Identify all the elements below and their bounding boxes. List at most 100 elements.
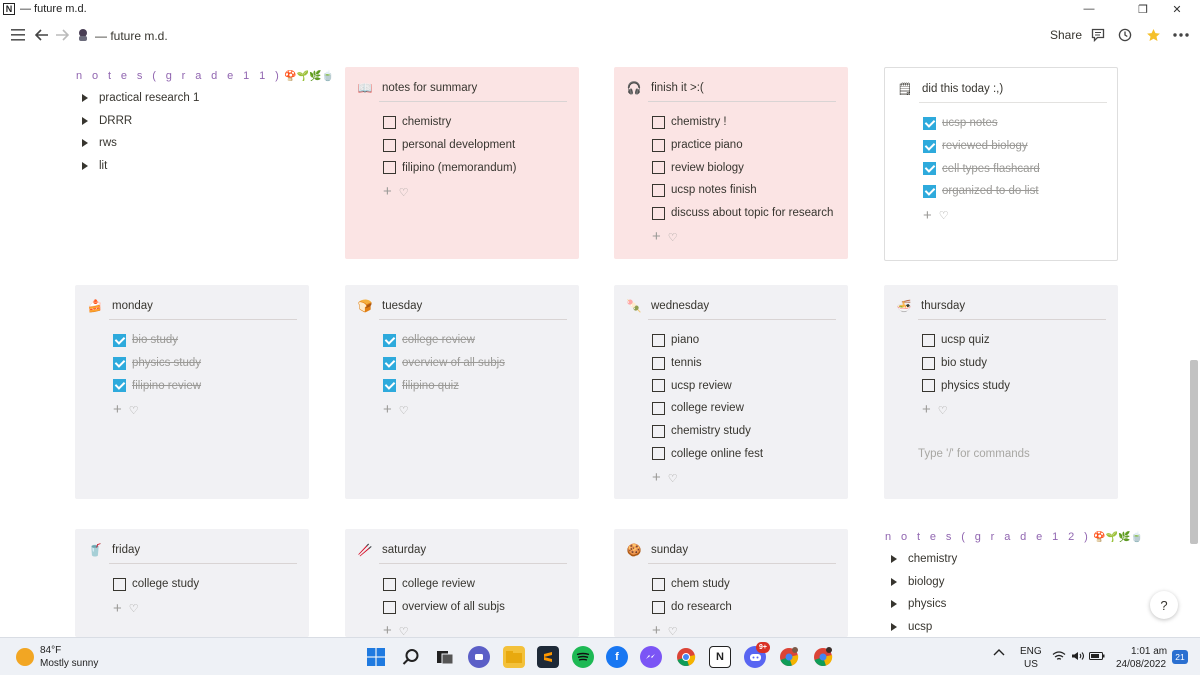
- checkbox-checked[interactable]: [923, 139, 936, 153]
- teams-chat-icon[interactable]: [468, 646, 490, 668]
- toggle-triangle-icon[interactable]: [82, 116, 88, 125]
- chevron-up-icon[interactable]: [993, 648, 1005, 659]
- checkbox-checked[interactable]: [923, 162, 936, 176]
- toggle-triangle-icon[interactable]: [891, 623, 897, 632]
- checkbox-checked[interactable]: [383, 379, 396, 393]
- todo-item[interactable]: review biology: [652, 156, 833, 179]
- todo-item[interactable]: practice piano: [652, 134, 833, 157]
- plus-icon[interactable]: +: [922, 402, 931, 417]
- todo-item[interactable]: ucsp notes finish: [652, 179, 833, 202]
- toggle-item[interactable]: lit: [76, 155, 334, 178]
- search-icon[interactable]: [400, 646, 422, 668]
- todo-item[interactable]: ucsp notes: [923, 112, 1040, 135]
- checkbox[interactable]: [922, 379, 935, 393]
- todo-item[interactable]: organized to do list: [923, 180, 1040, 203]
- callout-title[interactable]: notes for summary: [382, 82, 477, 94]
- region-indicator[interactable]: US: [1024, 659, 1038, 670]
- callout-title[interactable]: friday: [112, 544, 140, 556]
- todo-item[interactable]: reviewed biology: [923, 135, 1040, 158]
- weather-description[interactable]: Mostly sunny: [40, 658, 98, 669]
- add-item-row[interactable]: + ♡: [652, 228, 833, 246]
- checkbox[interactable]: [652, 161, 665, 175]
- facebook-icon[interactable]: f: [606, 646, 628, 668]
- todo-item[interactable]: cell types flashcard: [923, 157, 1040, 180]
- callout-title[interactable]: monday: [112, 300, 153, 312]
- todo-item[interactable]: physics study: [113, 352, 201, 375]
- todo-item[interactable]: college review: [383, 329, 505, 352]
- todo-item[interactable]: filipino quiz: [383, 374, 505, 397]
- checkbox[interactable]: [652, 600, 665, 614]
- add-item-row[interactable]: + ♡: [383, 401, 505, 419]
- checkbox[interactable]: [652, 401, 665, 415]
- clock-date[interactable]: 24/08/2022: [1116, 659, 1166, 670]
- checkbox-checked[interactable]: [923, 184, 936, 198]
- todo-item[interactable]: discuss about topic for research: [652, 202, 833, 225]
- checkbox[interactable]: [652, 115, 665, 129]
- task-view-icon[interactable]: [434, 646, 456, 668]
- comments-icon[interactable]: [1089, 22, 1107, 48]
- chrome-profile-icon[interactable]: [778, 646, 800, 668]
- checkbox[interactable]: [652, 356, 665, 370]
- checkbox[interactable]: [383, 138, 396, 152]
- toggle-item[interactable]: practical research 1: [76, 87, 334, 110]
- todo-item[interactable]: overview of all subjs: [383, 596, 505, 619]
- help-button[interactable]: ?: [1150, 591, 1178, 619]
- todo-item[interactable]: chemistry !: [652, 111, 833, 134]
- messenger-icon[interactable]: [640, 646, 662, 668]
- plus-icon[interactable]: +: [652, 229, 661, 244]
- checkbox[interactable]: [383, 600, 396, 614]
- clock-time[interactable]: 1:01 am: [1131, 646, 1167, 657]
- checkbox-checked[interactable]: [383, 356, 396, 370]
- checkbox[interactable]: [383, 161, 396, 175]
- favorite-star-icon[interactable]: [1144, 22, 1162, 48]
- toggle-item[interactable]: physics: [885, 593, 1143, 616]
- sidebar-menu-icon[interactable]: [10, 22, 26, 48]
- callout-title[interactable]: tuesday: [382, 300, 422, 312]
- sublime-editor-icon[interactable]: [537, 646, 559, 668]
- toggle-item[interactable]: DRRR: [76, 110, 334, 133]
- plus-icon[interactable]: +: [383, 402, 392, 417]
- toggle-item[interactable]: biology: [885, 571, 1143, 594]
- command-placeholder[interactable]: Type '/' for commands: [918, 448, 1030, 460]
- callout-title[interactable]: did this today :,): [922, 83, 1003, 95]
- callout-title[interactable]: thursday: [921, 300, 965, 312]
- volume-icon[interactable]: [1071, 651, 1085, 664]
- todo-item[interactable]: filipino (memorandum): [383, 156, 516, 179]
- checkbox[interactable]: [652, 138, 665, 152]
- checkbox[interactable]: [652, 183, 665, 197]
- checkbox-checked[interactable]: [113, 356, 126, 370]
- checkbox[interactable]: [652, 447, 665, 461]
- todo-item[interactable]: do research: [652, 596, 732, 619]
- checkbox-checked[interactable]: [113, 379, 126, 393]
- callout-title[interactable]: finish it >:(: [651, 82, 704, 94]
- toggle-item[interactable]: ucsp: [885, 616, 1143, 639]
- weather-temperature[interactable]: 84°F: [40, 645, 61, 656]
- checkbox[interactable]: [383, 115, 396, 129]
- plus-icon[interactable]: +: [113, 402, 122, 417]
- notion-taskbar-icon[interactable]: N: [709, 646, 731, 668]
- plus-icon[interactable]: +: [383, 184, 392, 199]
- toggle-item[interactable]: rws: [76, 132, 334, 155]
- page-breadcrumb-title[interactable]: — future m.d.: [95, 29, 168, 43]
- checkbox[interactable]: [113, 577, 126, 591]
- toggle-triangle-icon[interactable]: [82, 162, 88, 171]
- todo-item[interactable]: ucsp review: [652, 374, 763, 397]
- add-item-row[interactable]: + ♡: [922, 401, 1010, 419]
- toggle-triangle-icon[interactable]: [891, 600, 897, 609]
- todo-item[interactable]: college review: [383, 573, 505, 596]
- checkbox[interactable]: [652, 379, 665, 393]
- history-clock-icon[interactable]: [1116, 22, 1134, 48]
- add-item-row[interactable]: + ♡: [383, 183, 516, 201]
- share-button[interactable]: Share: [1050, 28, 1082, 42]
- todo-item[interactable]: bio study: [922, 352, 1010, 375]
- add-item-row[interactable]: + ♡: [652, 469, 763, 487]
- todo-item[interactable]: tennis: [652, 352, 763, 375]
- todo-item[interactable]: chemistry: [383, 111, 516, 134]
- todo-item[interactable]: bio study: [113, 329, 201, 352]
- toggle-triangle-icon[interactable]: [82, 139, 88, 148]
- spotify-icon[interactable]: [572, 646, 594, 668]
- checkbox-checked[interactable]: [383, 333, 396, 347]
- checkbox-checked[interactable]: [923, 116, 936, 130]
- close-button[interactable]: ✕: [1154, 0, 1200, 18]
- toggle-triangle-icon[interactable]: [82, 94, 88, 103]
